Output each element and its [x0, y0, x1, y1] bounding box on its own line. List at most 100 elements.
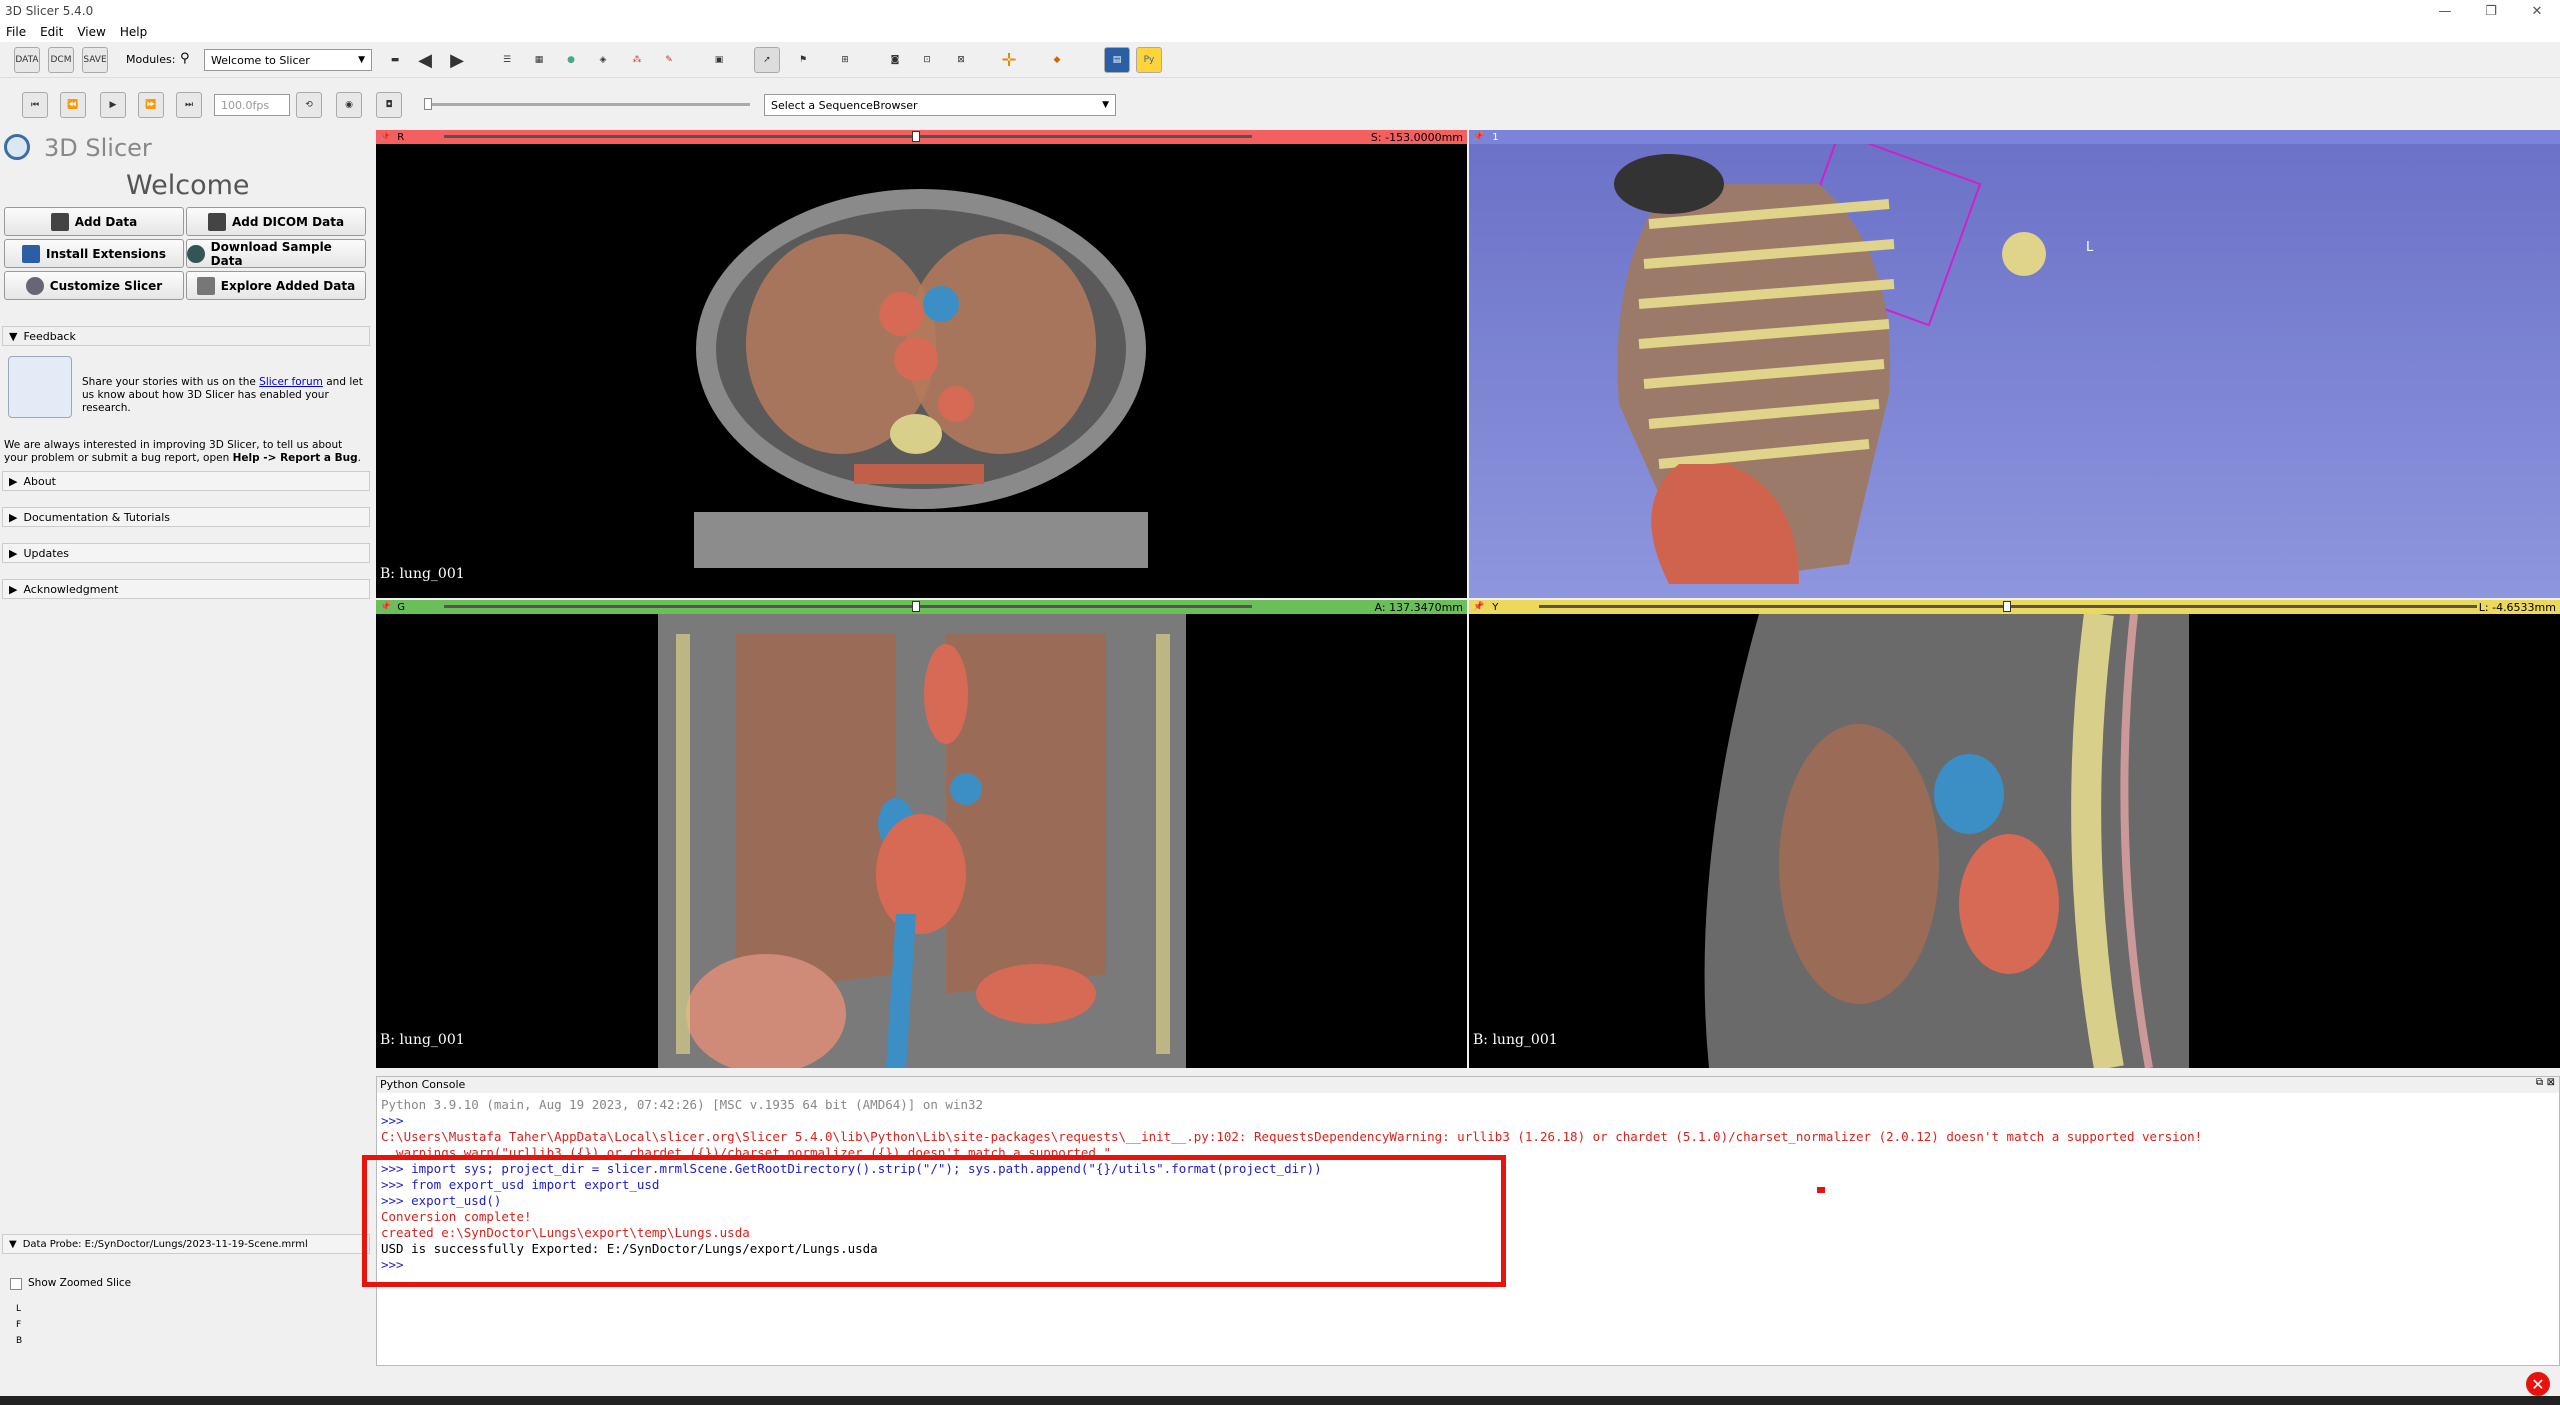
crosshair-icon[interactable]: ✛	[996, 47, 1022, 73]
data-probe-header[interactable]: ▼ Data Probe: E:/SynDoctor/Lungs/2023-11-…	[2, 1234, 370, 1254]
sequence-browser-select[interactable]: Select a SequenceBrowser ▼	[764, 94, 1116, 116]
load-data-icon[interactable]: DATA	[14, 47, 40, 73]
about-section[interactable]: ▶ About	[2, 471, 370, 491]
transforms-icon[interactable]: ◈	[590, 47, 616, 73]
search-icon[interactable]: ⚲	[180, 51, 190, 66]
last-frame-icon[interactable]: ⏭	[176, 92, 202, 118]
pin-icon[interactable]: 📌	[380, 132, 391, 142]
snapshot-icon[interactable]: ◘	[376, 92, 402, 118]
menu-file[interactable]: File	[6, 25, 26, 39]
yellow-volume-label: B: lung_001	[1473, 1032, 1558, 1048]
red-offset-slider[interactable]	[444, 131, 1252, 142]
first-frame-icon[interactable]: ⏮	[22, 92, 48, 118]
app-name: 3D Slicer	[44, 134, 152, 162]
add-dicom-button[interactable]: Add DICOM Data	[186, 207, 366, 236]
loop-icon[interactable]: ⟲	[296, 92, 322, 118]
layout-icon[interactable]: ⊞	[832, 47, 858, 73]
record-icon[interactable]: ◉	[336, 92, 362, 118]
docs-section[interactable]: ▶ Documentation & Tutorials	[2, 507, 370, 527]
menu-edit[interactable]: Edit	[40, 25, 63, 39]
window-level-icon[interactable]: ◆	[1044, 47, 1070, 73]
annotate-icon[interactable]: ⊡	[914, 47, 940, 73]
python-icon[interactable]: Py	[1136, 47, 1162, 73]
feedback-section[interactable]: ▼ Feedback	[2, 326, 370, 346]
extensions-icon[interactable]: ▣	[706, 47, 732, 73]
acknowledgment-section[interactable]: ▶ Acknowledgment	[2, 579, 370, 599]
list-icon	[196, 276, 215, 295]
close-icon[interactable]: ⊠	[2547, 1077, 2555, 1088]
error-icon[interactable]: ✕	[2526, 1372, 2550, 1396]
red-slice-view[interactable]: B: lung_001	[376, 144, 1467, 598]
slider-handle[interactable]	[424, 98, 432, 110]
sequence-slider[interactable]	[424, 98, 750, 110]
save-icon[interactable]: SAVE	[82, 47, 108, 73]
pin-icon[interactable]: 📌	[1473, 132, 1484, 142]
red-slice-controller[interactable]: 📌 R S: -153.0000mm	[376, 130, 1467, 144]
yellow-offset-slider[interactable]	[1539, 601, 2477, 612]
fiducial-icon[interactable]: ⚑	[790, 47, 816, 73]
zoom-slice-checkbox[interactable]	[10, 1278, 22, 1290]
module-list-icon[interactable]: ▬	[382, 47, 408, 73]
expand-icon: ▶	[9, 546, 18, 560]
red-volume-label: B: lung_001	[380, 566, 465, 582]
axial-ct-image	[694, 189, 1148, 568]
title-bar: 3D Slicer 5.4.0 — ❐ ✕	[0, 0, 2560, 22]
float-icon[interactable]: ⧉	[2536, 1077, 2543, 1088]
restore-button[interactable]: ❐	[2468, 0, 2514, 22]
coronal-ct-image	[658, 614, 1186, 1068]
collapse-icon: ▼	[9, 329, 18, 343]
pin-icon[interactable]: 📌	[1473, 602, 1484, 612]
fps-spinbox[interactable]: 100.0fps	[214, 94, 290, 116]
data-icon	[50, 212, 69, 231]
yellow-slice-view[interactable]: B: lung_001	[1469, 614, 2560, 1068]
highlight-box	[362, 1155, 1506, 1287]
console-title: Python Console	[380, 1078, 466, 1091]
green-slice-controller[interactable]: 📌 G A: 137.3470mm	[376, 600, 1467, 614]
slicer-logo-icon	[4, 134, 30, 160]
markups-icon[interactable]: ⁂	[624, 47, 650, 73]
threed-controller[interactable]: 📌 1	[1469, 130, 2560, 144]
segment-editor-icon[interactable]: ✎	[656, 47, 682, 73]
data-module-icon[interactable]: ☰	[494, 47, 520, 73]
ruler-icon[interactable]: ⊠	[948, 47, 974, 73]
back-icon[interactable]: ◀	[412, 47, 438, 73]
next-frame-icon[interactable]: ⏩	[138, 92, 164, 118]
menu-help[interactable]: Help	[120, 25, 147, 39]
expand-icon: ▶	[9, 582, 18, 596]
extension-manager-icon[interactable]: ▤	[1104, 47, 1130, 73]
menu-bar: File Edit View Help	[0, 22, 2560, 42]
red-view-letter: R	[397, 131, 405, 143]
dicom-icon[interactable]: DCM	[48, 47, 74, 73]
download-sample-button[interactable]: Download Sample Data	[186, 239, 366, 268]
close-window-button[interactable]: ✕	[2514, 0, 2560, 22]
add-data-button[interactable]: Add Data	[4, 207, 184, 236]
screen-capture-icon[interactable]: ◙	[882, 47, 908, 73]
slider-handle[interactable]	[912, 131, 920, 142]
pin-icon[interactable]: 📌	[380, 602, 391, 612]
forward-icon[interactable]: ▶	[444, 47, 470, 73]
slider-handle[interactable]	[912, 601, 920, 612]
orientation-marker: L	[2086, 240, 2094, 255]
play-icon[interactable]: ▶	[100, 92, 126, 118]
yellow-slice-controller[interactable]: 📌 Y L: -4.6533mm	[1469, 600, 2560, 614]
explore-data-button[interactable]: Explore Added Data	[186, 271, 366, 300]
updates-section[interactable]: ▶ Updates	[2, 543, 370, 563]
models-icon[interactable]: ●	[558, 47, 584, 73]
customize-slicer-button[interactable]: Customize Slicer	[4, 271, 184, 300]
pointer-icon[interactable]: ➚	[754, 47, 780, 73]
slider-handle[interactable]	[2003, 601, 2011, 612]
green-offset-value: A: 137.3470mm	[1374, 600, 1463, 614]
menu-view[interactable]: View	[77, 25, 105, 39]
green-offset-slider[interactable]	[444, 601, 1252, 612]
threed-view[interactable]: L	[1469, 144, 2560, 598]
volumes-icon[interactable]: ▦	[526, 47, 552, 73]
module-selector[interactable]: Welcome to Slicer ▼	[204, 49, 372, 71]
sequence-toolbar: ⏮ ⏪ ▶ ⏩ ⏭ 100.0fps ⟲ ◉ ◘ Select a Sequen…	[0, 88, 2560, 122]
previous-frame-icon[interactable]: ⏪	[60, 92, 86, 118]
collapse-icon: ▼	[9, 1238, 17, 1250]
install-extensions-button[interactable]: Install Extensions	[4, 239, 184, 268]
minimize-button[interactable]: —	[2422, 0, 2468, 22]
download-icon	[187, 244, 205, 263]
green-slice-view[interactable]: B: lung_001	[376, 614, 1467, 1068]
slicer-forum-link[interactable]: Slicer forum	[259, 376, 323, 388]
